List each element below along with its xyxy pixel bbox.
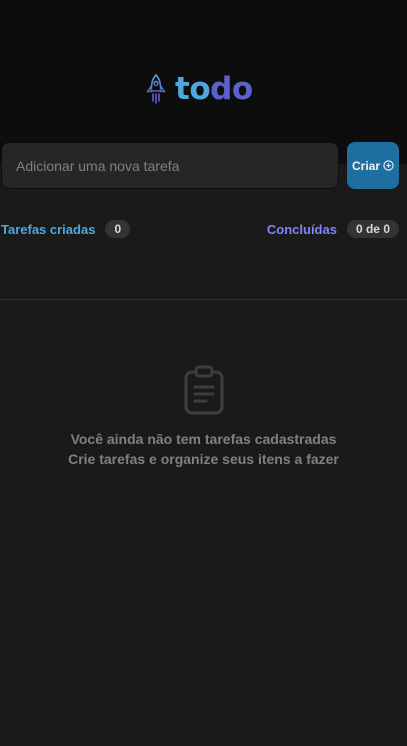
new-task-input[interactable]	[1, 142, 339, 189]
rocket-icon	[146, 74, 166, 104]
created-tasks: Tarefas criadas 0	[1, 220, 131, 238]
logo: todo	[145, 68, 253, 110]
header: todo	[0, 0, 407, 164]
empty-state-subtitle: Crie tarefas e organize seus itens a faz…	[68, 451, 339, 467]
empty-state-title: Você ainda não tem tarefas cadastradas	[70, 431, 337, 447]
create-task-button[interactable]: Criar	[347, 142, 399, 189]
task-summary: Tarefas criadas 0 Concluídas 0 de 0	[1, 219, 399, 239]
created-tasks-counter: 0	[105, 220, 131, 238]
todo-app: todo Criar Tarefas criadas 0 Concluídas …	[0, 0, 407, 746]
empty-state: Você ainda não tem tarefas cadastradas C…	[0, 365, 407, 469]
divider	[0, 299, 407, 300]
plus-circle-icon	[383, 160, 394, 171]
completed-tasks-counter: 0 de 0	[346, 220, 399, 238]
completed-tasks: Concluídas 0 de 0	[267, 220, 399, 238]
logo-text: todo	[175, 70, 253, 107]
logo-text-to: to	[175, 70, 211, 107]
create-button-label: Criar	[351, 158, 380, 173]
completed-tasks-label: Concluídas	[266, 221, 337, 237]
created-tasks-label: Tarefas criadas	[1, 221, 96, 237]
clipboard-icon	[184, 365, 223, 415]
logo-text-do: do	[210, 70, 253, 107]
